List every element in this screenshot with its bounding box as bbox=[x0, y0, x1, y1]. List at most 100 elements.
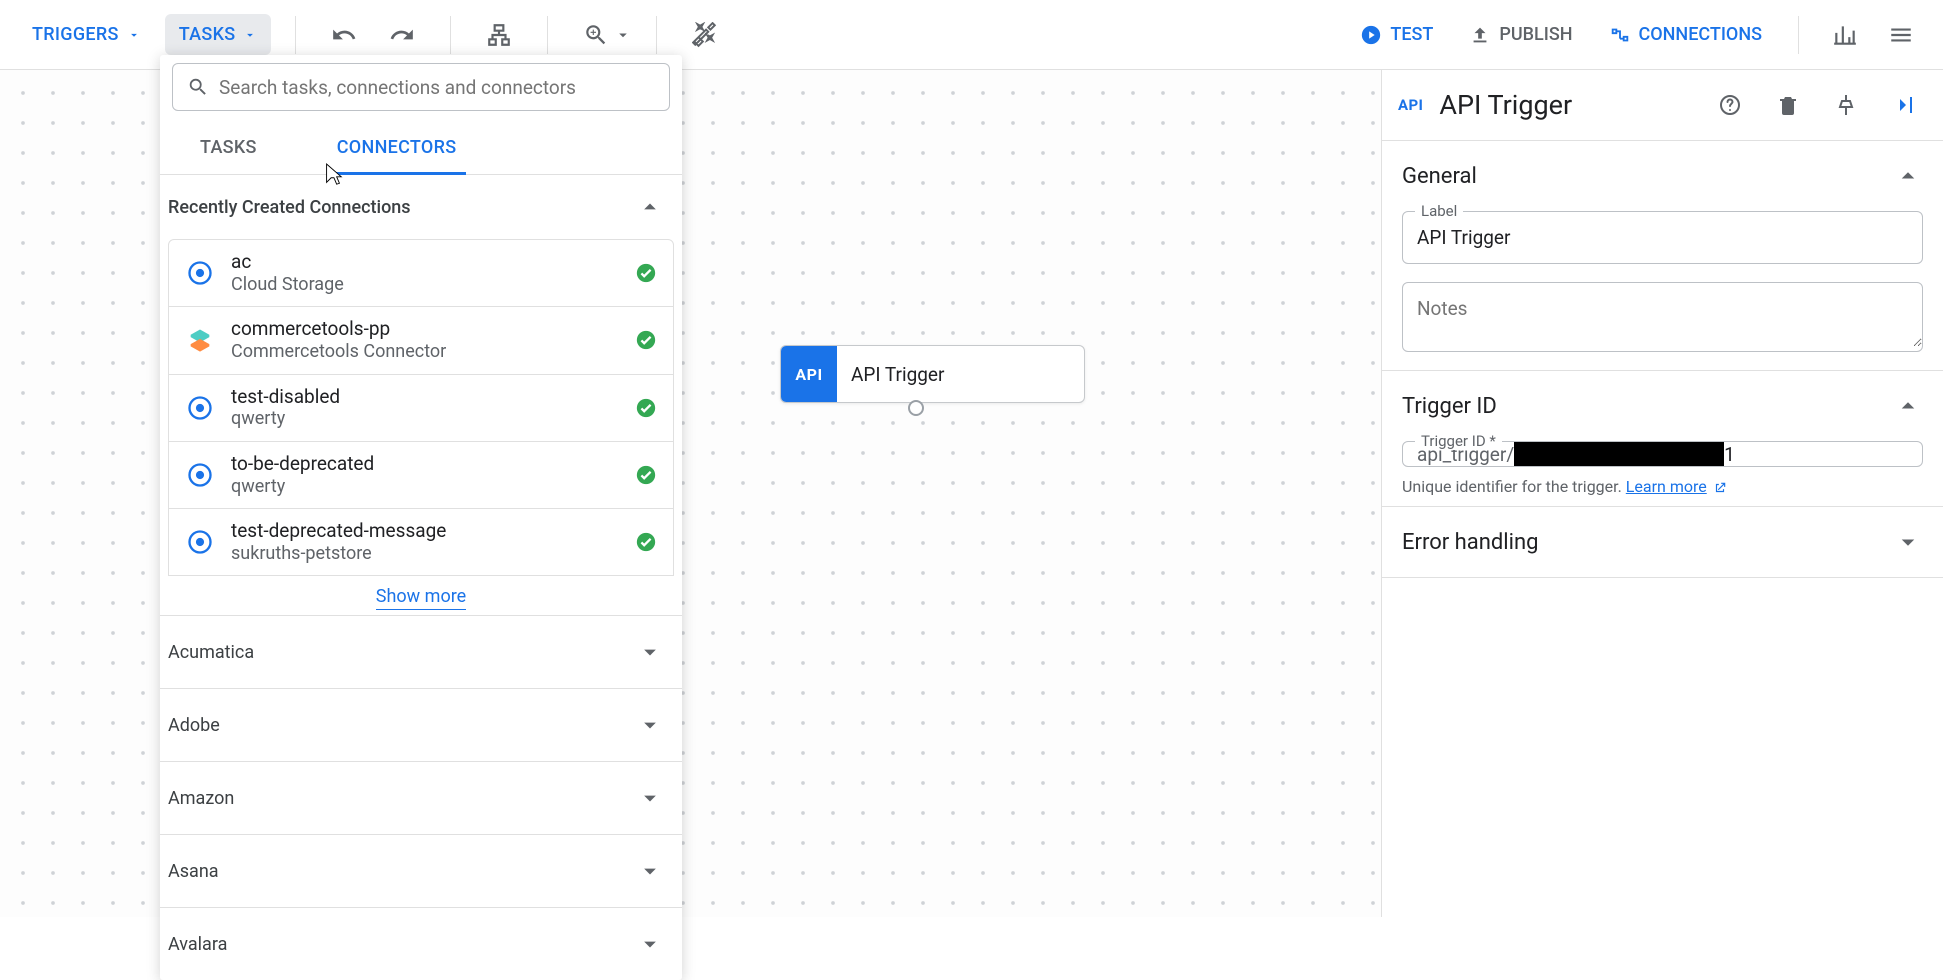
connection-subtitle: Cloud Storage bbox=[231, 274, 619, 297]
publish-button[interactable]: PUBLISH bbox=[1455, 14, 1586, 56]
section-header-trigger-id[interactable]: Trigger ID bbox=[1402, 371, 1923, 441]
status-ok-icon bbox=[635, 464, 657, 486]
group-label: Asana bbox=[168, 861, 219, 882]
node-output-port[interactable] bbox=[908, 400, 924, 416]
notes-field[interactable] bbox=[1402, 282, 1923, 352]
connection-text: test-deprecated-message sukruths-petstor… bbox=[231, 519, 619, 565]
wand-icon bbox=[692, 22, 718, 48]
group-item[interactable]: Asana bbox=[160, 835, 682, 908]
analytics-button[interactable] bbox=[1821, 11, 1869, 59]
chevron-down-icon bbox=[636, 857, 664, 885]
trash-icon bbox=[1776, 93, 1800, 117]
connection-item[interactable]: to-be-deprecated qwerty bbox=[168, 442, 674, 509]
menu-button[interactable] bbox=[1877, 11, 1925, 59]
connection-subtitle: qwerty bbox=[231, 476, 619, 499]
group-label: Avalara bbox=[168, 934, 227, 955]
group-label: Adobe bbox=[168, 715, 220, 736]
connections-icon bbox=[1609, 24, 1631, 46]
status-ok-icon bbox=[635, 262, 657, 284]
collapse-panel-button[interactable] bbox=[1883, 84, 1925, 126]
canvas-node-api-trigger[interactable]: API API Trigger bbox=[780, 345, 1085, 403]
trigger-id-field-label: Trigger ID * bbox=[1415, 432, 1502, 450]
delete-button[interactable] bbox=[1767, 84, 1809, 126]
inspector-header: API API Trigger bbox=[1382, 70, 1943, 140]
publish-icon bbox=[1469, 24, 1491, 46]
section-trigger-id: Trigger ID Trigger ID * api_trigger/ 1 U… bbox=[1382, 370, 1943, 506]
connection-text: commercetools-pp Commercetools Connector bbox=[231, 317, 619, 363]
group-item[interactable]: Adobe bbox=[160, 689, 682, 762]
chevron-down-icon[interactable] bbox=[614, 26, 632, 44]
group-item[interactable]: Avalara bbox=[160, 908, 682, 980]
search-wrap bbox=[172, 63, 670, 111]
connection-name: commercetools-pp bbox=[231, 317, 619, 341]
tab-tasks[interactable]: TASKS bbox=[190, 123, 267, 175]
chevron-up-icon bbox=[1893, 161, 1923, 191]
tasks-label: TASKS bbox=[179, 24, 236, 45]
group-item[interactable]: Acumatica bbox=[160, 616, 682, 689]
redo-icon bbox=[389, 22, 415, 48]
connection-item[interactable]: test-disabled qwerty bbox=[168, 375, 674, 442]
connection-text: ac Cloud Storage bbox=[231, 250, 619, 296]
section-title: Recently Created Connections bbox=[168, 197, 411, 218]
label-input[interactable] bbox=[1403, 212, 1922, 263]
chevron-down-icon bbox=[243, 28, 257, 42]
connection-item[interactable]: ac Cloud Storage bbox=[168, 239, 674, 307]
zoom-button[interactable] bbox=[572, 11, 620, 59]
chevron-down-icon bbox=[1893, 527, 1923, 557]
triggers-label: TRIGGERS bbox=[32, 24, 119, 45]
show-more-link[interactable]: Show more bbox=[376, 586, 466, 610]
section-general: General Label bbox=[1382, 140, 1943, 370]
search-field[interactable] bbox=[172, 63, 670, 111]
chevron-up-icon bbox=[1893, 391, 1923, 421]
play-icon bbox=[1360, 24, 1382, 46]
commercetools-icon bbox=[185, 325, 215, 355]
tasks-popover: TASKS CONNECTORS Recently Created Connec… bbox=[160, 55, 682, 980]
label-field[interactable]: Label bbox=[1402, 211, 1923, 264]
publish-label: PUBLISH bbox=[1499, 24, 1572, 45]
trigger-id-field[interactable]: Trigger ID * api_trigger/ 1 bbox=[1402, 441, 1923, 467]
chevron-down-icon bbox=[636, 711, 664, 739]
status-ok-icon bbox=[635, 329, 657, 351]
help-button[interactable] bbox=[1709, 84, 1751, 126]
gcp-storage-icon bbox=[185, 393, 215, 423]
test-button[interactable]: TEST bbox=[1346, 14, 1447, 56]
connector-groups: Acumatica Adobe Amazon Asana Avalara bbox=[160, 615, 682, 980]
tab-connectors[interactable]: CONNECTORS bbox=[327, 123, 467, 175]
toolbar-right: TEST PUBLISH CONNECTIONS bbox=[1346, 11, 1925, 59]
zoom-controls bbox=[572, 11, 632, 59]
notes-textarea[interactable] bbox=[1403, 283, 1922, 347]
section-recent-connections[interactable]: Recently Created Connections bbox=[160, 175, 682, 239]
chevron-down-icon bbox=[636, 784, 664, 812]
toolbar-divider bbox=[547, 16, 548, 54]
group-item[interactable]: Amazon bbox=[160, 762, 682, 835]
connections-label: CONNECTIONS bbox=[1639, 24, 1763, 45]
tasks-dropdown[interactable]: TASKS bbox=[165, 14, 272, 55]
undo-button[interactable] bbox=[320, 11, 368, 59]
connections-button[interactable]: CONNECTIONS bbox=[1595, 14, 1777, 56]
group-label: Acumatica bbox=[168, 642, 254, 663]
pin-button[interactable] bbox=[1825, 84, 1867, 126]
section-header-general[interactable]: General bbox=[1402, 141, 1923, 211]
collapse-right-icon bbox=[1892, 93, 1916, 117]
search-input[interactable] bbox=[219, 76, 655, 99]
connection-list: ac Cloud Storage commercetools-pp Commer… bbox=[160, 239, 682, 615]
toolbar-divider bbox=[1798, 16, 1799, 54]
learn-more-link[interactable]: Learn more bbox=[1626, 477, 1707, 496]
layout-button[interactable] bbox=[475, 11, 523, 59]
magic-button[interactable] bbox=[681, 11, 729, 59]
section-header-error-handling[interactable]: Error handling bbox=[1402, 507, 1923, 577]
redo-button[interactable] bbox=[378, 11, 426, 59]
section-error-handling: Error handling bbox=[1382, 506, 1943, 578]
toolbar-divider bbox=[450, 16, 451, 54]
status-ok-icon bbox=[635, 397, 657, 419]
toolbar-divider bbox=[295, 16, 296, 54]
connection-item[interactable]: commercetools-pp Commercetools Connector bbox=[168, 307, 674, 374]
connection-item[interactable]: test-deprecated-message sukruths-petstor… bbox=[168, 509, 674, 576]
connection-subtitle: qwerty bbox=[231, 408, 619, 431]
help-icon bbox=[1718, 93, 1742, 117]
cursor-icon bbox=[322, 162, 344, 192]
trigger-id-suffix: 1 bbox=[1724, 443, 1749, 466]
zoom-in-icon bbox=[583, 22, 609, 48]
gcp-storage-icon bbox=[185, 460, 215, 490]
triggers-dropdown[interactable]: TRIGGERS bbox=[18, 14, 155, 55]
